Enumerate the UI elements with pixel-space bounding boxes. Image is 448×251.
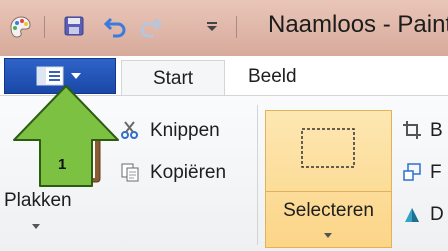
annotation-step-number: 1 (58, 156, 67, 173)
annotation-arrow (13, 85, 119, 187)
